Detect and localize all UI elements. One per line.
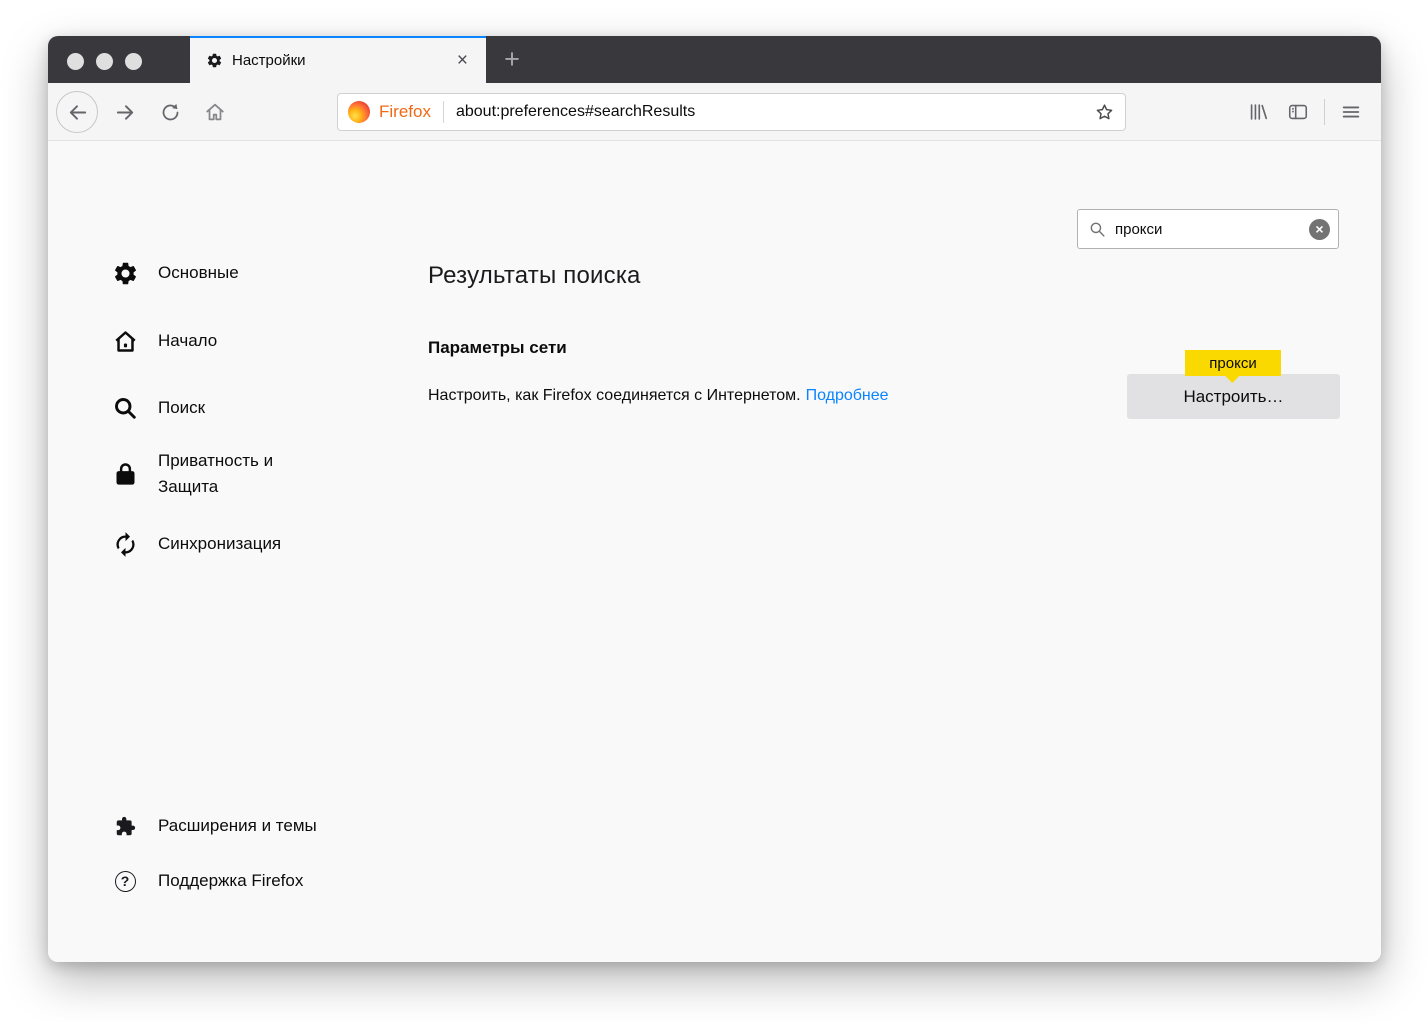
new-tab-button[interactable]: + [496,41,528,78]
menu-button[interactable] [1331,92,1371,132]
tab-title: Настройки [232,52,306,69]
puzzle-icon [110,816,140,837]
traffic-lights [67,53,142,70]
library-icon [1250,104,1268,120]
sidebar-item-support[interactable]: ? Поддержка Firefox [110,868,360,894]
preferences-search-box[interactable]: × [1077,209,1339,249]
sidebar-item-label: Расширения и темы [158,816,317,835]
clear-search-icon[interactable]: × [1309,218,1330,240]
sidebar-item-extensions[interactable]: Расширения и темы [110,813,360,839]
sidebar-item-search[interactable]: Поиск [110,395,360,422]
home-button[interactable] [194,91,236,133]
toolbar-right-group [1238,91,1381,133]
search-input[interactable] [1115,220,1309,238]
sidebar-item-label: Основные [158,263,239,283]
window-zoom-button[interactable] [125,53,142,70]
back-arrow-icon [69,104,86,120]
sidebar-item-label: Поиск [158,398,206,418]
home-icon [110,328,140,355]
sidebar-item-home[interactable]: Начало [110,328,360,355]
sidebar-item-general[interactable]: Основные [110,260,360,287]
sidebar-panel-icon [1288,104,1308,120]
section-description: Настроить, как Firefox соединяется с Инт… [428,387,889,405]
sidebar-item-privacy[interactable]: Приватность и Защита [110,448,372,501]
sidebar-item-label: Приватность и Защита [158,451,274,497]
library-button[interactable] [1238,92,1278,132]
navigation-toolbar: Firefox about:preferences#searchResults [48,83,1381,141]
search-icon [1088,220,1107,239]
back-button[interactable] [56,91,98,133]
browser-window: Настройки × + Firefox about:preferences#… [48,36,1381,962]
reload-button[interactable] [149,91,191,133]
sidebar-item-label: Начало [158,331,218,351]
lock-icon [110,461,140,488]
window-close-button[interactable] [67,53,84,70]
toolbar-separator [1324,99,1325,125]
reload-icon [162,103,178,120]
url-separator [442,101,444,123]
forward-button[interactable] [104,91,146,133]
search-icon [110,395,140,422]
home-icon [206,103,224,121]
learn-more-link[interactable]: Подробнее [806,387,889,404]
tab-close-icon[interactable]: × [451,49,474,72]
url-bar[interactable]: Firefox about:preferences#searchResults [337,93,1126,131]
url-text[interactable]: about:preferences#searchResults [456,103,1086,121]
description-text: Настроить, как Firefox соединяется с Инт… [428,387,801,404]
section-title: Параметры сети [428,338,567,357]
sync-icon [110,531,140,558]
window-minimize-button[interactable] [96,53,113,70]
sidebar-item-sync[interactable]: Синхронизация [110,531,360,558]
gear-icon [110,260,140,287]
sidebar-item-label: Поддержка Firefox [158,871,304,890]
firefox-logo-icon [348,101,370,123]
sidebar-item-label: Синхронизация [158,534,282,554]
forward-arrow-icon [116,104,133,120]
identity-label: Firefox [379,102,431,121]
bookmark-star-icon[interactable] [1094,102,1115,123]
gear-icon [206,52,223,69]
page-title: Результаты поиска [428,262,641,289]
preferences-content: × Основные Начало Поиск Приватность [48,141,1381,962]
hamburger-menu-icon [1342,106,1360,118]
tab-settings[interactable]: Настройки × [190,36,486,83]
help-icon: ? [110,870,140,892]
title-bar: Настройки × + [48,36,1381,83]
sidebar-toggle-button[interactable] [1278,92,1318,132]
search-highlight-tooltip: прокси [1185,350,1281,376]
